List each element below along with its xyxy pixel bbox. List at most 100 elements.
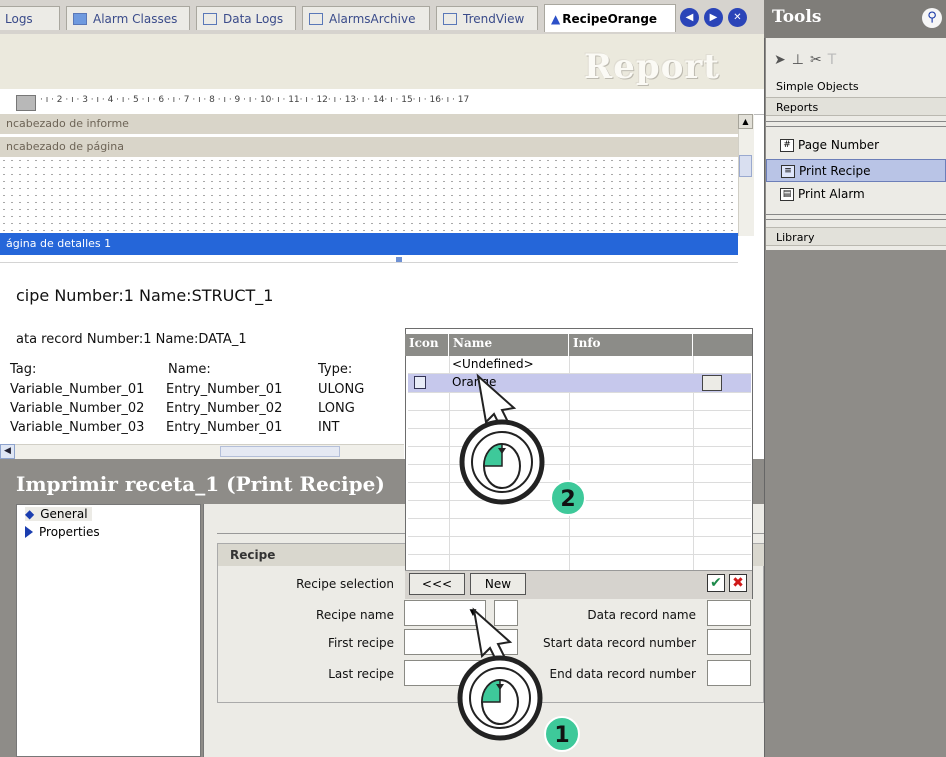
report-horizontal-scrollbar[interactable] bbox=[0, 444, 404, 460]
row-type: ULONG bbox=[318, 382, 365, 397]
tool-item-print-alarm[interactable]: ▤ Print Alarm bbox=[766, 183, 946, 206]
grid-line bbox=[408, 554, 751, 555]
previous-tab-button[interactable]: ◀ bbox=[680, 8, 699, 27]
column-header-info: Info bbox=[569, 334, 693, 356]
column-header-name: Name: bbox=[168, 362, 211, 377]
data-logs-icon bbox=[203, 12, 217, 25]
print-alarm-icon: ▤ bbox=[780, 188, 794, 201]
trendview-icon bbox=[443, 12, 457, 25]
column-header-icon: Icon bbox=[405, 334, 449, 356]
tab-label: TrendView bbox=[463, 11, 525, 26]
page-number-icon: # bbox=[780, 139, 794, 152]
row-tag: Variable_Number_03 bbox=[10, 420, 145, 435]
scroll-up-arrow-icon[interactable]: ▲ bbox=[738, 114, 753, 129]
column-header-tag: Tag: bbox=[10, 362, 37, 377]
row-type: LONG bbox=[318, 401, 355, 416]
tab-alarms-archive[interactable]: AlarmsArchive bbox=[302, 6, 430, 30]
back-button[interactable]: <<< bbox=[409, 573, 465, 595]
step-2-mouse-annotation: 2 bbox=[459, 373, 586, 516]
tool-item-print-recipe[interactable]: ≡ Print Recipe bbox=[766, 159, 946, 182]
scrollbar-thumb[interactable] bbox=[739, 155, 752, 177]
tool-item-page-number[interactable]: # Page Number bbox=[766, 134, 946, 157]
tool-item-label: Print Alarm bbox=[798, 187, 865, 201]
row-name: Entry_Number_01 bbox=[166, 382, 283, 397]
tools-icon[interactable]: ✂ bbox=[810, 52, 828, 68]
checkmark-icon[interactable]: ✔ bbox=[707, 574, 725, 592]
text-tool-icon[interactable]: T bbox=[828, 52, 843, 68]
tool-item-label: Page Number bbox=[798, 138, 880, 152]
end-data-record-number-field[interactable] bbox=[707, 660, 751, 686]
section-splitter[interactable] bbox=[766, 214, 946, 220]
recipe-selection-label: Recipe selection bbox=[296, 577, 394, 591]
ruler: · ı · 2 · ı · 3 · ı · 4 · ı · 5 · ı · 6 … bbox=[0, 89, 764, 115]
ruler-scale: · ı · 2 · ı · 3 · ı · 4 · ı · 5 · ı · 6 … bbox=[40, 95, 470, 105]
first-recipe-label: First recipe bbox=[327, 636, 394, 650]
properties-tree: ◆ General Properties bbox=[16, 504, 201, 757]
data-record-name-field[interactable] bbox=[707, 600, 751, 626]
section-reports[interactable]: Reports bbox=[766, 97, 946, 116]
tab-trendview[interactable]: TrendView bbox=[436, 6, 538, 30]
print-recipe-icon: ≡ bbox=[781, 165, 795, 178]
column-header-name: Name bbox=[449, 334, 569, 356]
tools-empty-area bbox=[766, 250, 946, 757]
step-1-number: 1 bbox=[554, 723, 569, 748]
report-title: Report bbox=[584, 47, 720, 87]
tab-data-logs[interactable]: Data Logs bbox=[196, 6, 296, 30]
expand-arrow-icon bbox=[25, 526, 33, 538]
diamond-arrow-icon: ◆ bbox=[25, 507, 35, 521]
start-data-record-number-field[interactable] bbox=[707, 629, 751, 655]
recipe-name-label: Recipe name bbox=[316, 608, 394, 622]
data-record-line: ata record Number:1 Name:DATA_1 bbox=[16, 332, 247, 347]
section-simple-objects[interactable]: Simple Objects bbox=[766, 77, 946, 96]
cancel-x-icon[interactable]: ✖ bbox=[729, 574, 747, 592]
alarm-classes-icon bbox=[73, 12, 87, 25]
tree-item-label: General bbox=[40, 507, 88, 521]
section-library[interactable]: Library bbox=[766, 227, 946, 246]
band-detail[interactable]: ágina de detalles 1 bbox=[0, 233, 738, 255]
tree-item-general[interactable]: ◆ General bbox=[25, 507, 92, 521]
tab-label: Data Logs bbox=[223, 11, 284, 26]
ruler-corner-box[interactable] bbox=[16, 95, 36, 111]
section-splitter[interactable] bbox=[766, 121, 946, 127]
tab-recipe-orange[interactable]: ▲ RecipeOrange bbox=[544, 4, 676, 32]
recipe-number-line: cipe Number:1 Name:STRUCT_1 bbox=[16, 286, 274, 305]
report-icon: ▲ bbox=[551, 11, 561, 26]
row-name: Entry_Number_01 bbox=[166, 420, 283, 435]
tools-title: Tools bbox=[764, 0, 946, 38]
stamp-icon[interactable]: ⊥ bbox=[792, 52, 810, 68]
tab-logs[interactable]: Logs bbox=[0, 6, 60, 30]
tool-icons-row: ➤⊥✂T bbox=[774, 52, 842, 68]
edit-recipe-icon[interactable] bbox=[702, 375, 722, 391]
tree-item-label: Properties bbox=[39, 525, 100, 539]
popup-row-undefined[interactable]: <Undefined> bbox=[452, 357, 534, 371]
scroll-left-arrow-icon[interactable]: ◀ bbox=[0, 444, 15, 459]
pointer-icon[interactable]: ➤ bbox=[774, 52, 792, 68]
recipe-icon bbox=[414, 376, 426, 389]
last-recipe-label: Last recipe bbox=[328, 667, 394, 681]
grid-line bbox=[408, 536, 751, 537]
step-2-number: 2 bbox=[560, 487, 575, 512]
alarms-archive-icon bbox=[309, 12, 323, 25]
band-page-header[interactable]: ncabezado de página bbox=[0, 137, 738, 157]
detail-divider bbox=[0, 262, 738, 263]
tab-label: RecipeOrange bbox=[562, 11, 658, 26]
column-header-type: Type: bbox=[318, 362, 353, 377]
row-type: INT bbox=[318, 420, 340, 435]
band-report-header[interactable]: ncabezado de informe bbox=[0, 114, 738, 134]
close-tab-button[interactable]: ✕ bbox=[728, 8, 747, 27]
tab-label: Logs bbox=[5, 11, 33, 26]
tab-label: Alarm Classes bbox=[93, 11, 178, 26]
row-tag: Variable_Number_02 bbox=[10, 401, 145, 416]
column-header-blank bbox=[693, 334, 752, 356]
row-name: Entry_Number_02 bbox=[166, 401, 283, 416]
tool-item-label: Print Recipe bbox=[799, 164, 871, 178]
new-button[interactable]: New bbox=[470, 573, 526, 595]
tree-item-properties[interactable]: Properties bbox=[25, 525, 100, 539]
next-tab-button[interactable]: ▶ bbox=[704, 8, 723, 27]
horizontal-scrollbar-thumb[interactable] bbox=[220, 446, 340, 457]
page-header-grid[interactable] bbox=[0, 157, 738, 233]
pin-icon[interactable]: ⚲ bbox=[922, 8, 942, 28]
row-tag: Variable_Number_01 bbox=[10, 382, 145, 397]
step-1-mouse-annotation: 1 bbox=[457, 607, 580, 752]
tab-alarm-classes[interactable]: Alarm Classes bbox=[66, 6, 190, 30]
